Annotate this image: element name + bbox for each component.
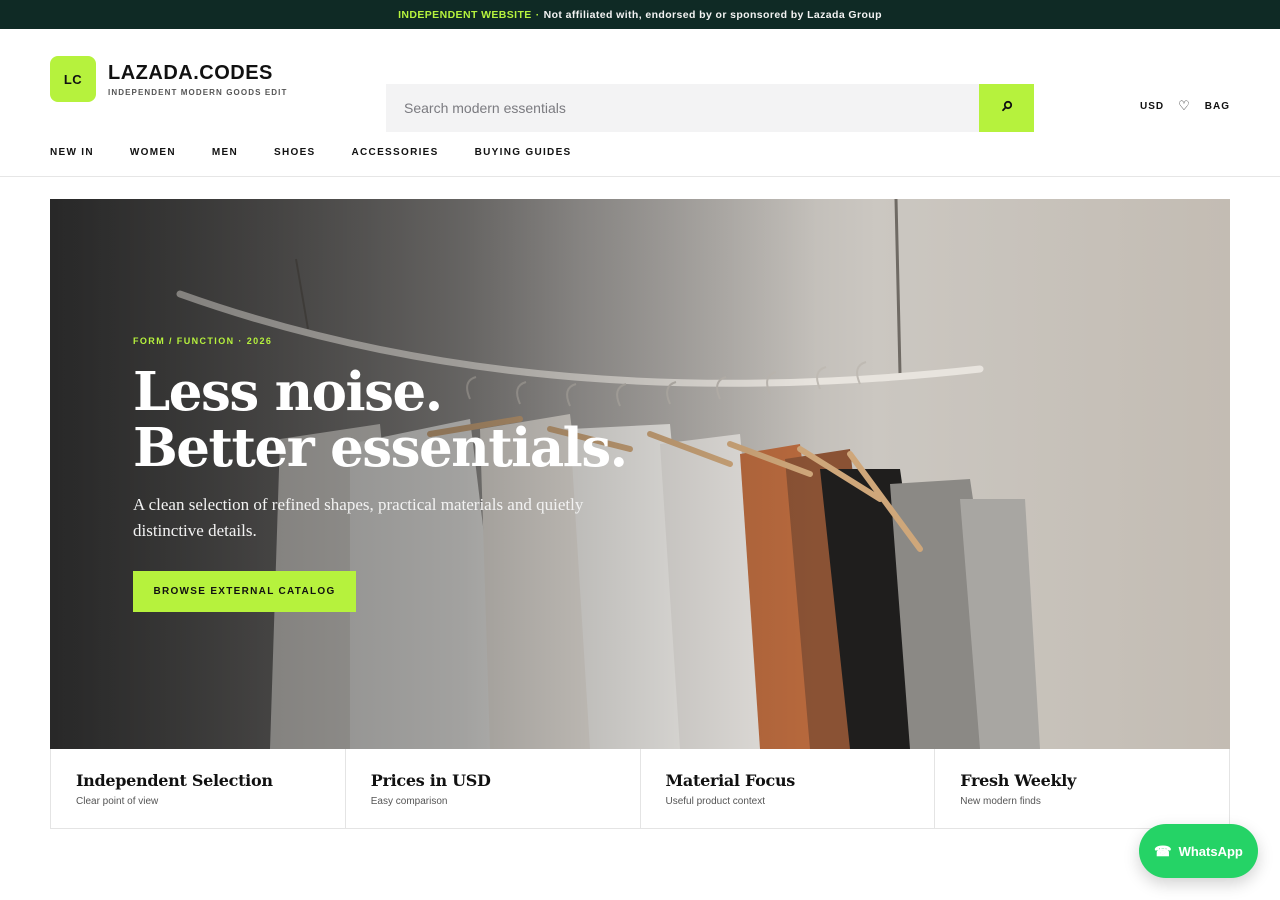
feature-subtitle: Useful product context xyxy=(665,796,766,807)
header-utilities: USD ♡ BAG xyxy=(1140,99,1230,113)
announcement-bar: INDEPENDENT WEBSITE · Not affiliated wit… xyxy=(0,0,1280,29)
feature-subtitle: Clear point of view xyxy=(76,796,159,807)
hero-banner: FORM / FUNCTION · 2026 Less noise. Bette… xyxy=(50,199,1230,749)
currency-selector[interactable]: USD xyxy=(1140,101,1164,112)
search-icon xyxy=(1001,99,1013,117)
hero-content: FORM / FUNCTION · 2026 Less noise. Bette… xyxy=(133,336,653,612)
feature-item: Material Focus Useful product context xyxy=(641,749,936,828)
feature-strip: Independent Selection Clear point of vie… xyxy=(50,749,1230,829)
search-button[interactable] xyxy=(979,84,1034,132)
nav-item-men[interactable]: MEN xyxy=(212,147,238,158)
announcement-text: Not affiliated with, endorsed by or spon… xyxy=(543,8,882,21)
brand-name: LAZADA.CODES xyxy=(108,61,273,84)
whatsapp-label: WhatsApp xyxy=(1178,843,1243,859)
hero-subtitle: A clean selection of refined shapes, pra… xyxy=(133,495,584,540)
hero-title-line-2: Better essentials. xyxy=(133,417,628,479)
feature-title: Fresh Weekly xyxy=(960,771,1077,790)
brand-link[interactable]: LC LAZADA.CODES INDEPENDENT MODERN GOODS… xyxy=(50,56,287,102)
site-header: LC LAZADA.CODES INDEPENDENT MODERN GOODS… xyxy=(0,29,1280,132)
announcement-highlight: INDEPENDENT WEBSITE xyxy=(398,8,532,21)
feature-title: Material Focus xyxy=(665,771,796,790)
feature-title: Prices in USD xyxy=(370,771,491,790)
nav-item-buying-guides[interactable]: BUYING GUIDES xyxy=(475,147,572,158)
main-nav: NEW IN WOMEN MEN SHOES ACCESSORIES BUYIN… xyxy=(0,129,1280,177)
hero-title: Less noise. Better essentials. xyxy=(133,364,653,476)
brand-tagline: INDEPENDENT MODERN GOODS EDIT xyxy=(108,87,288,97)
feature-item: Fresh Weekly New modern finds xyxy=(935,749,1229,828)
feature-subtitle: Easy comparison xyxy=(370,796,448,807)
nav-item-accessories[interactable]: ACCESSORIES xyxy=(352,147,439,158)
search-bar xyxy=(386,84,1034,132)
search-input[interactable] xyxy=(386,84,979,132)
hero-title-line-1: Less noise. xyxy=(133,361,443,423)
phone-icon: ☎ xyxy=(1154,842,1172,859)
nav-item-new-in[interactable]: NEW IN xyxy=(50,147,94,158)
announcement-separator: · xyxy=(535,8,540,21)
bag-link[interactable]: BAG xyxy=(1205,101,1230,112)
whatsapp-button[interactable]: ☎ WhatsApp xyxy=(1139,824,1258,878)
feature-subtitle: New modern finds xyxy=(960,796,1041,807)
browse-catalog-button[interactable]: BROWSE EXTERNAL CATALOG xyxy=(133,571,356,612)
feature-item: Independent Selection Clear point of vie… xyxy=(51,749,346,828)
feature-title: Independent Selection xyxy=(76,771,273,790)
brand-logo: LC xyxy=(50,56,96,102)
feature-item: Prices in USD Easy comparison xyxy=(346,749,641,828)
heart-icon[interactable]: ♡ xyxy=(1178,99,1191,112)
hero-eyebrow: FORM / FUNCTION · 2026 xyxy=(133,336,273,346)
nav-item-shoes[interactable]: SHOES xyxy=(274,147,316,158)
nav-item-women[interactable]: WOMEN xyxy=(130,147,176,158)
